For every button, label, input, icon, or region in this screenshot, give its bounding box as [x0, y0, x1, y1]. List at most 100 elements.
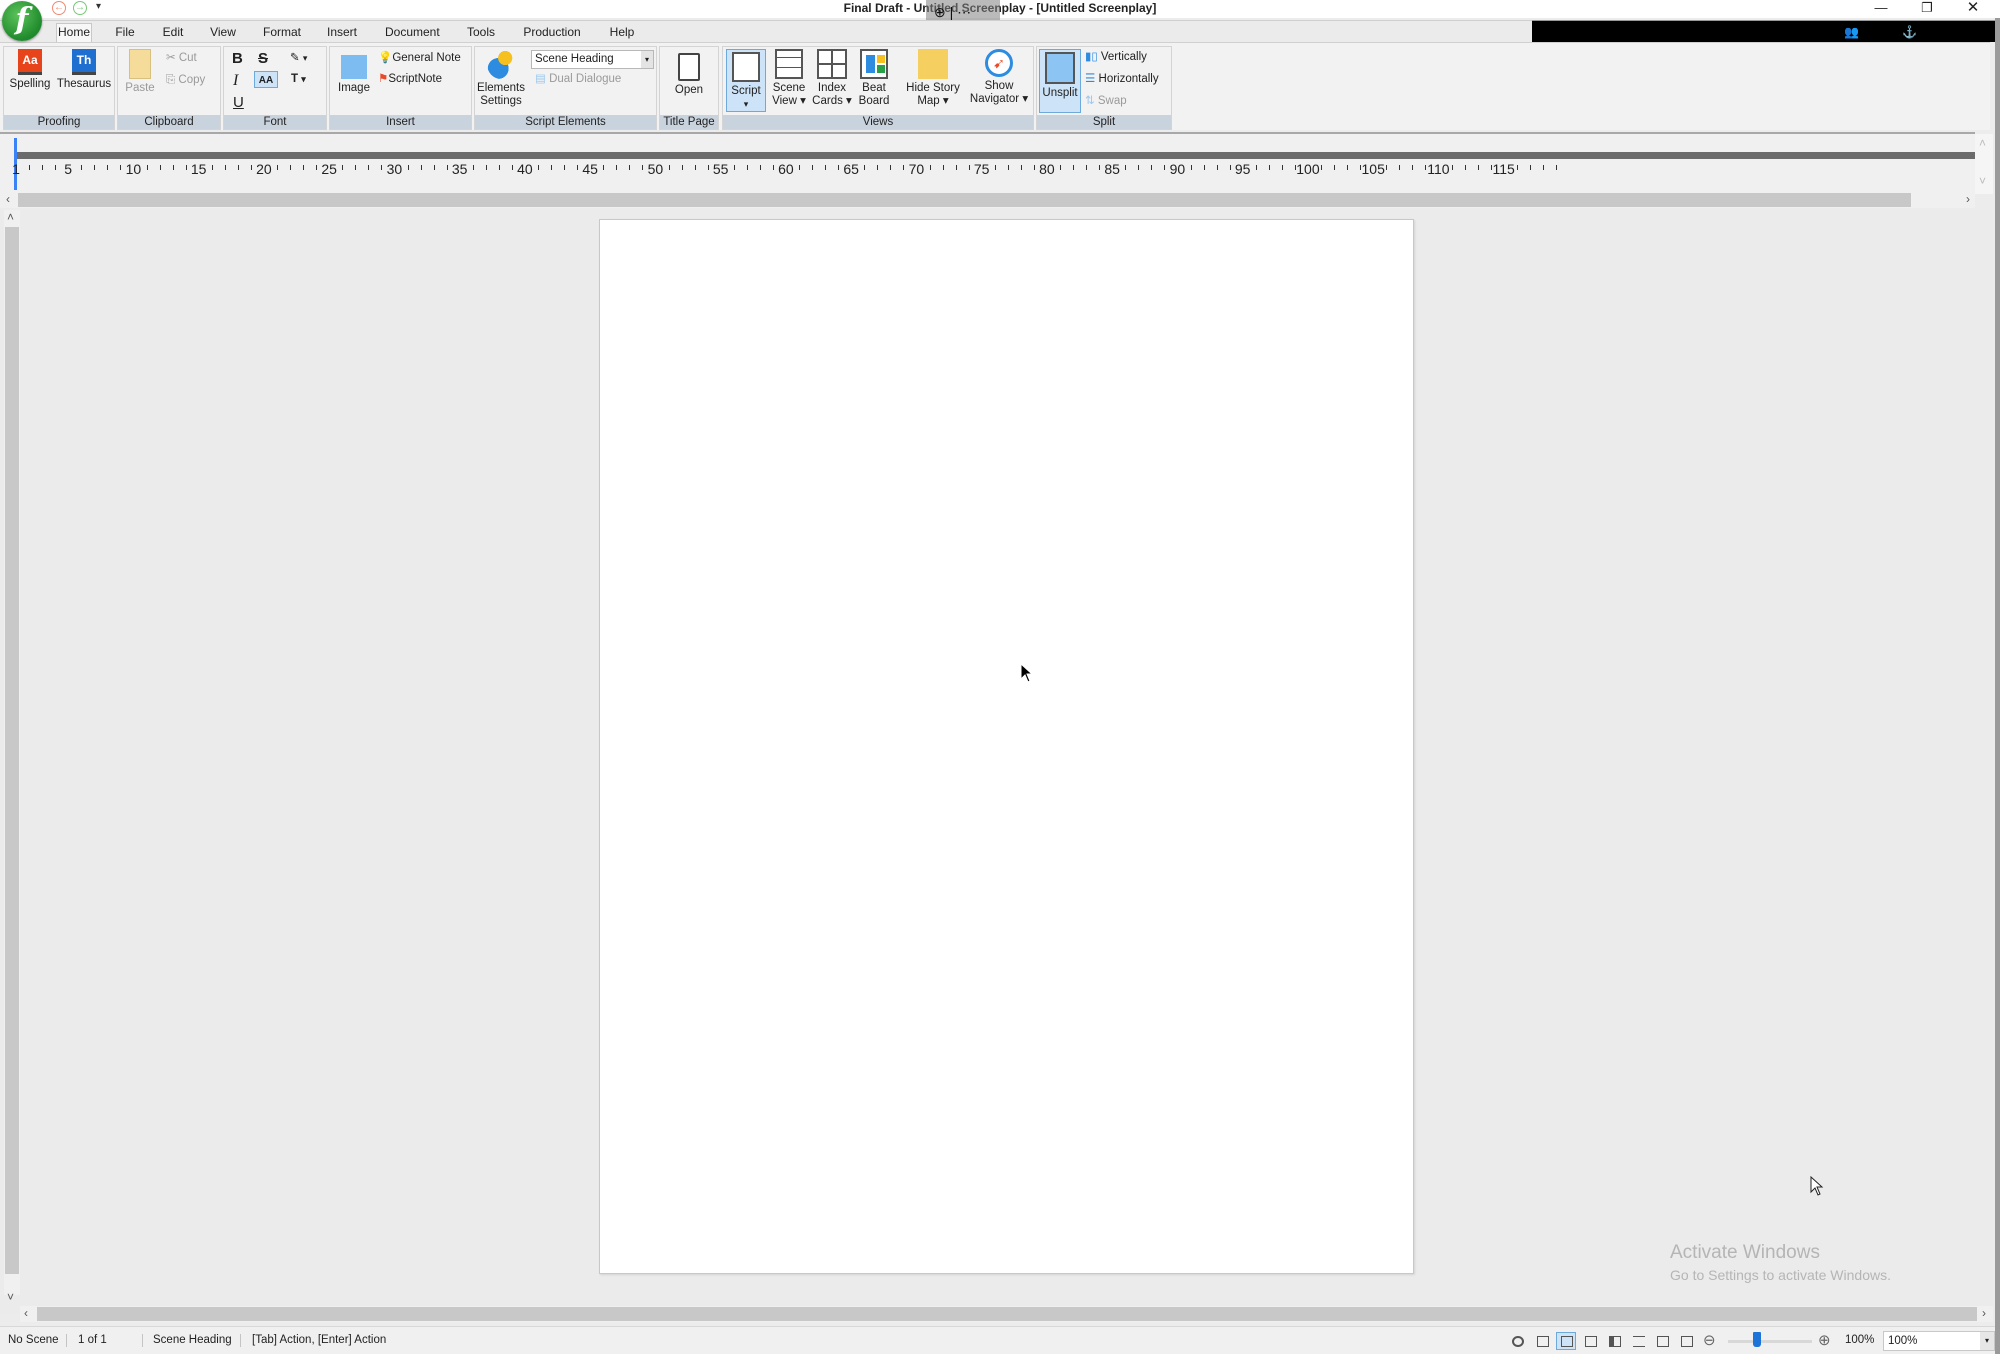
- general-note-button[interactable]: 💡General Note: [378, 50, 461, 67]
- elements-settings-button[interactable]: Elements Settings: [477, 49, 525, 108]
- collaboration-session-icon[interactable]: ⚓: [1902, 25, 1917, 39]
- scroll-down-icon[interactable]: ˅: [1979, 174, 1986, 188]
- scrollbar-thumb[interactable]: [37, 1307, 1977, 1321]
- tab-tools[interactable]: Tools: [467, 24, 495, 43]
- scissors-icon: ✂: [166, 52, 179, 64]
- scroll-down-icon[interactable]: ˅: [7, 1290, 14, 1304]
- ruler-tick: [864, 165, 866, 170]
- restore-button[interactable]: ❐: [1904, 0, 1950, 18]
- more-icon[interactable]: ⋯: [957, 4, 971, 20]
- scroll-left-icon[interactable]: ‹: [6, 192, 10, 206]
- final-draft-logo[interactable]: f: [2, 1, 42, 41]
- group-split: Unsplit ▮▯ Vertically ☰ Horizontally ⇅ S…: [1036, 46, 1172, 130]
- spelling-button[interactable]: Aa Spelling: [8, 49, 52, 91]
- tab-production[interactable]: Production: [523, 24, 581, 43]
- scrollbar-thumb[interactable]: [5, 227, 19, 1274]
- story-map-label-1: Hide Story: [906, 82, 960, 94]
- ruler-tick: [1490, 165, 1492, 170]
- index-cards-summary-icon[interactable]: [1676, 1332, 1696, 1350]
- close-button[interactable]: ✕: [1950, 0, 1996, 18]
- highlight-pen-icon: ✎: [290, 52, 300, 64]
- cut-button[interactable]: ✂ Cut: [166, 50, 197, 67]
- strikethrough-button[interactable]: S: [258, 50, 268, 67]
- ruler-tick: [1542, 165, 1544, 170]
- scroll-left-icon[interactable]: ‹: [24, 1306, 28, 1320]
- unsplit-button[interactable]: Unsplit: [1039, 49, 1081, 113]
- bold-button[interactable]: B: [232, 50, 243, 67]
- zoom-slider-thumb[interactable]: [1753, 1332, 1762, 1347]
- story-map-button[interactable]: Hide Story Map ▾: [903, 49, 963, 108]
- group-label-proofing: Proofing: [4, 115, 114, 129]
- group-label-title-page: Title Page: [660, 115, 718, 129]
- image-label: Image: [338, 82, 370, 94]
- ruler-tick: [211, 165, 213, 170]
- show-navigator-button[interactable]: ➹ Show Navigator ▾: [967, 49, 1031, 106]
- horizontal-scrollbar[interactable]: ‹ ›: [20, 1306, 1993, 1322]
- speed-view-icon[interactable]: [1580, 1332, 1600, 1350]
- ruler-tick: [342, 165, 344, 170]
- scene-view-status-icon[interactable]: [1628, 1332, 1648, 1350]
- paste-button[interactable]: Paste: [122, 49, 158, 95]
- ruler-tick: [303, 165, 305, 170]
- tab-edit[interactable]: Edit: [162, 24, 184, 43]
- tab-file[interactable]: File: [114, 24, 136, 43]
- italic-button[interactable]: I: [233, 72, 238, 89]
- dual-dialogue-button[interactable]: ▤ Dual Dialogue: [535, 71, 621, 88]
- tab-home[interactable]: Home: [56, 23, 92, 44]
- dual-dialogue-label: Dual Dialogue: [549, 73, 622, 85]
- beat-board-button[interactable]: Beat Board: [856, 49, 892, 108]
- title-page-open-button[interactable]: Open: [668, 53, 710, 97]
- ruler-tick: [42, 165, 44, 170]
- zoom-select[interactable]: 100% ▾: [1883, 1331, 1995, 1351]
- chevron-down-icon[interactable]: ▾: [641, 51, 653, 68]
- element-type-select[interactable]: Scene Heading ▾: [531, 50, 654, 69]
- scroll-right-icon[interactable]: ›: [1982, 1306, 1986, 1320]
- script-view-button[interactable]: Script ▾: [726, 49, 766, 112]
- ruler-label: 25: [321, 161, 337, 177]
- underline-button[interactable]: U: [233, 94, 244, 111]
- ruler-vertical-scrollbar[interactable]: ˄ ˅: [1975, 134, 1993, 194]
- zoom-out-icon[interactable]: ⊖: [1703, 1331, 1716, 1349]
- collaborators-icon[interactable]: 👥: [1844, 25, 1859, 39]
- zoom-slider[interactable]: [1728, 1340, 1812, 1343]
- image-button[interactable]: Image: [334, 55, 374, 95]
- index-cards-status-icon[interactable]: [1652, 1332, 1672, 1350]
- scroll-up-icon[interactable]: ˄: [7, 210, 14, 224]
- page-view-icon[interactable]: [1556, 1332, 1576, 1350]
- scroll-up-icon[interactable]: ˄: [1979, 136, 1986, 150]
- vertical-scrollbar[interactable]: ˄ ˅: [4, 210, 20, 1304]
- panel-view-icon[interactable]: [1604, 1332, 1624, 1350]
- scene-view-icon: [775, 49, 803, 79]
- script-page[interactable]: [599, 219, 1414, 1274]
- swap-button[interactable]: ⇅ Swap: [1085, 93, 1127, 110]
- tab-insert[interactable]: Insert: [326, 24, 358, 43]
- minimize-button[interactable]: —: [1858, 0, 1904, 18]
- tab-document[interactable]: Document: [385, 24, 440, 43]
- text-color-button[interactable]: T ▾: [291, 71, 306, 88]
- normal-view-icon[interactable]: [1532, 1332, 1552, 1350]
- chevron-down-icon[interactable]: ▾: [1980, 1332, 1994, 1350]
- index-cards-button[interactable]: Index Cards ▾: [812, 49, 852, 108]
- split-horizontally-button[interactable]: ☰ Horizontally: [1085, 71, 1159, 88]
- split-vertically-button[interactable]: ▮▯ Vertically: [1085, 49, 1147, 66]
- swap-icon: ⇅: [1085, 95, 1098, 107]
- ruler-tick: [707, 165, 709, 170]
- scroll-right-icon[interactable]: ›: [1966, 192, 1970, 206]
- script-view-icon: [732, 52, 760, 82]
- tab-help[interactable]: Help: [609, 24, 635, 43]
- copy-button[interactable]: ⎘ Copy: [166, 72, 205, 89]
- thesaurus-button[interactable]: Th Thesaurus: [56, 49, 112, 91]
- magnifier-icon[interactable]: ⊕: [934, 4, 946, 20]
- tab-view[interactable]: View: [210, 24, 236, 43]
- elements-settings-label-2: Settings: [480, 95, 522, 107]
- highlight-button[interactable]: ✎ ▾: [290, 50, 307, 67]
- scrollbar-thumb[interactable]: [18, 193, 1911, 207]
- all-caps-button[interactable]: AA: [254, 71, 278, 88]
- night-mode-icon[interactable]: [1507, 1332, 1527, 1350]
- tab-format[interactable]: Format: [262, 24, 302, 43]
- scene-view-button[interactable]: Scene View ▾: [770, 49, 808, 108]
- ruler-tick: [603, 165, 605, 170]
- ruler-horizontal-scrollbar[interactable]: ‹ ›: [0, 192, 1975, 208]
- scriptnote-button[interactable]: ⚑ScriptNote: [378, 71, 442, 88]
- zoom-in-icon[interactable]: ⊕: [1818, 1331, 1831, 1349]
